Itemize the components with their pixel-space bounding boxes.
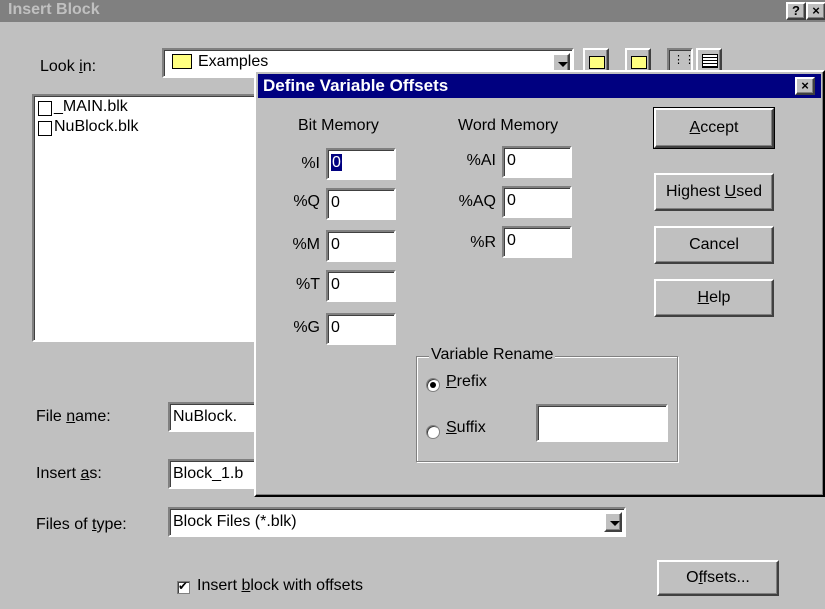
insert-block-titlebar: Insert Block ? × [0,0,825,22]
highest-used-button-label: Highest Used [665,183,763,200]
insert-with-offsets-checkbox[interactable] [177,579,190,594]
word-field-input[interactable]: 0 [502,226,572,258]
word-field-input[interactable]: 0 [502,146,572,178]
look-in-value: Examples [198,53,269,70]
bit-field-label: %I [301,155,320,172]
define-offsets-title: Define Variable Offsets [263,76,449,95]
files-of-type-label: Files of type: [36,516,127,533]
highest-used-button[interactable]: Highest Used [654,173,774,211]
dialog-close-button[interactable]: × [795,77,815,95]
variable-rename-group: Variable Rename Prefix Suffix [416,346,678,462]
file-name-label: File name: [36,408,111,425]
suffix-label: Suffix [446,419,486,436]
bit-field-label: %T [296,276,320,293]
block-file-icon [38,121,52,136]
look-in-label: Look in: [40,58,97,75]
define-offsets-titlebar: Define Variable Offsets × [258,74,821,98]
word-field-label: %AQ [458,193,496,210]
variable-rename-title: Variable Rename [429,346,556,364]
bit-field-input[interactable]: 0 [326,230,396,262]
insert-with-offsets-label: Insert block with offsets [197,577,364,594]
block-file-icon [38,101,52,116]
bit-field-label: %Q [293,193,320,210]
word-memory-heading: Word Memory [458,117,559,134]
word-field-label: %AI [466,152,496,169]
bit-field-input[interactable]: 0 [326,270,396,302]
define-offsets-dialog: Define Variable Offsets × Bit Memory Wor… [254,70,825,497]
close-icon: × [801,78,809,93]
insert-block-title: Insert Block [8,1,100,18]
offsets-button[interactable]: Offsets... [657,560,779,596]
prefix-label: Prefix [446,373,487,390]
bit-field-label: %G [293,319,320,336]
offsets-button-label: Offsets... [686,569,750,586]
files-of-type-dropdown-arrow[interactable] [604,512,622,532]
bit-memory-heading: Bit Memory [298,117,379,134]
help-button[interactable]: Help [654,279,774,317]
bit-field-input[interactable]: 0 [326,313,396,345]
prefix-radio[interactable] [426,378,440,392]
insert-as-input[interactable]: Block_1.b [168,459,268,489]
close-title-button[interactable]: × [806,2,825,20]
cancel-button[interactable]: Cancel [654,226,774,264]
help-button-label: Help [697,289,731,306]
word-field-input[interactable]: 0 [502,186,572,218]
list-view-icon: ⋮⋮ [673,54,695,66]
folder-icon [172,54,192,69]
bit-field-label: %M [292,236,320,253]
bit-field-input[interactable]: 0 [326,188,396,220]
close-icon: × [812,3,820,18]
insert-as-label: Insert as: [36,465,102,482]
accept-button[interactable]: Accept [653,107,775,149]
suffix-input[interactable] [536,404,668,442]
file-name-input[interactable]: NuBlock. [168,402,268,432]
word-field-label: %R [470,234,496,251]
up-folder-icon [589,56,605,69]
accept-button-label: Accept [689,119,739,136]
cancel-button-label: Cancel [689,236,739,253]
details-view-icon [702,54,718,68]
help-title-button[interactable]: ? [786,2,806,20]
files-of-type-combobox[interactable]: Block Files (*.blk) [168,507,626,537]
new-folder-icon [631,56,647,69]
suffix-radio[interactable] [426,425,440,439]
bit-field-input[interactable]: 0 [326,148,396,180]
